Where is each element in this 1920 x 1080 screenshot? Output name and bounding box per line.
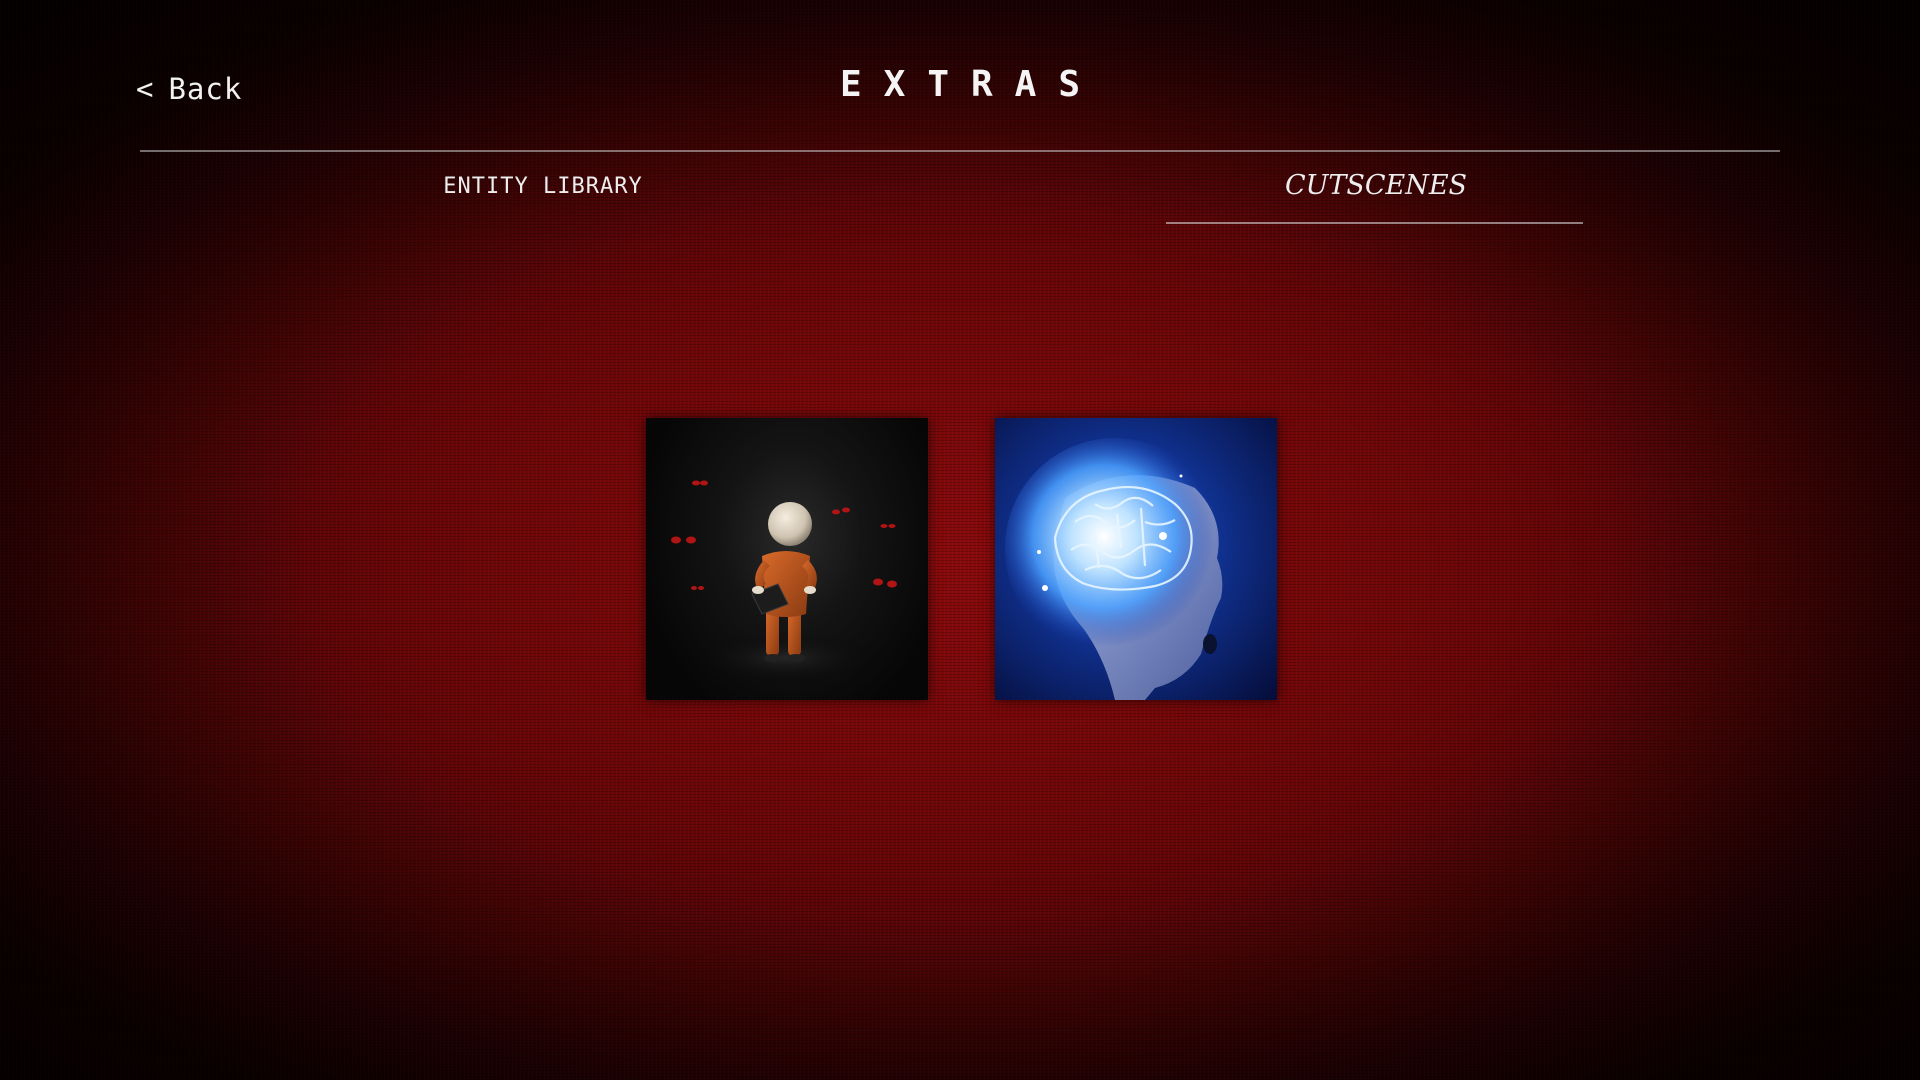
figure-red-eyes-illustration	[671, 480, 897, 684]
tab-entity-library[interactable]: ENTITY LIBRARY	[383, 174, 703, 199]
extras-screen: < Back EXTRAS ENTITY LIBRARY CUTSCENES	[0, 0, 1920, 1080]
glowing-brain-illustration	[1005, 438, 1225, 700]
tab-selected-underline	[1166, 222, 1583, 224]
header-divider	[140, 150, 1780, 152]
cutscene-thumbnail-1[interactable]	[646, 418, 928, 700]
cutscene-thumbnail-2[interactable]	[995, 418, 1277, 700]
page-title: EXTRAS	[839, 64, 1103, 105]
tab-cutscenes[interactable]: CUTSCENES	[1166, 170, 1586, 201]
